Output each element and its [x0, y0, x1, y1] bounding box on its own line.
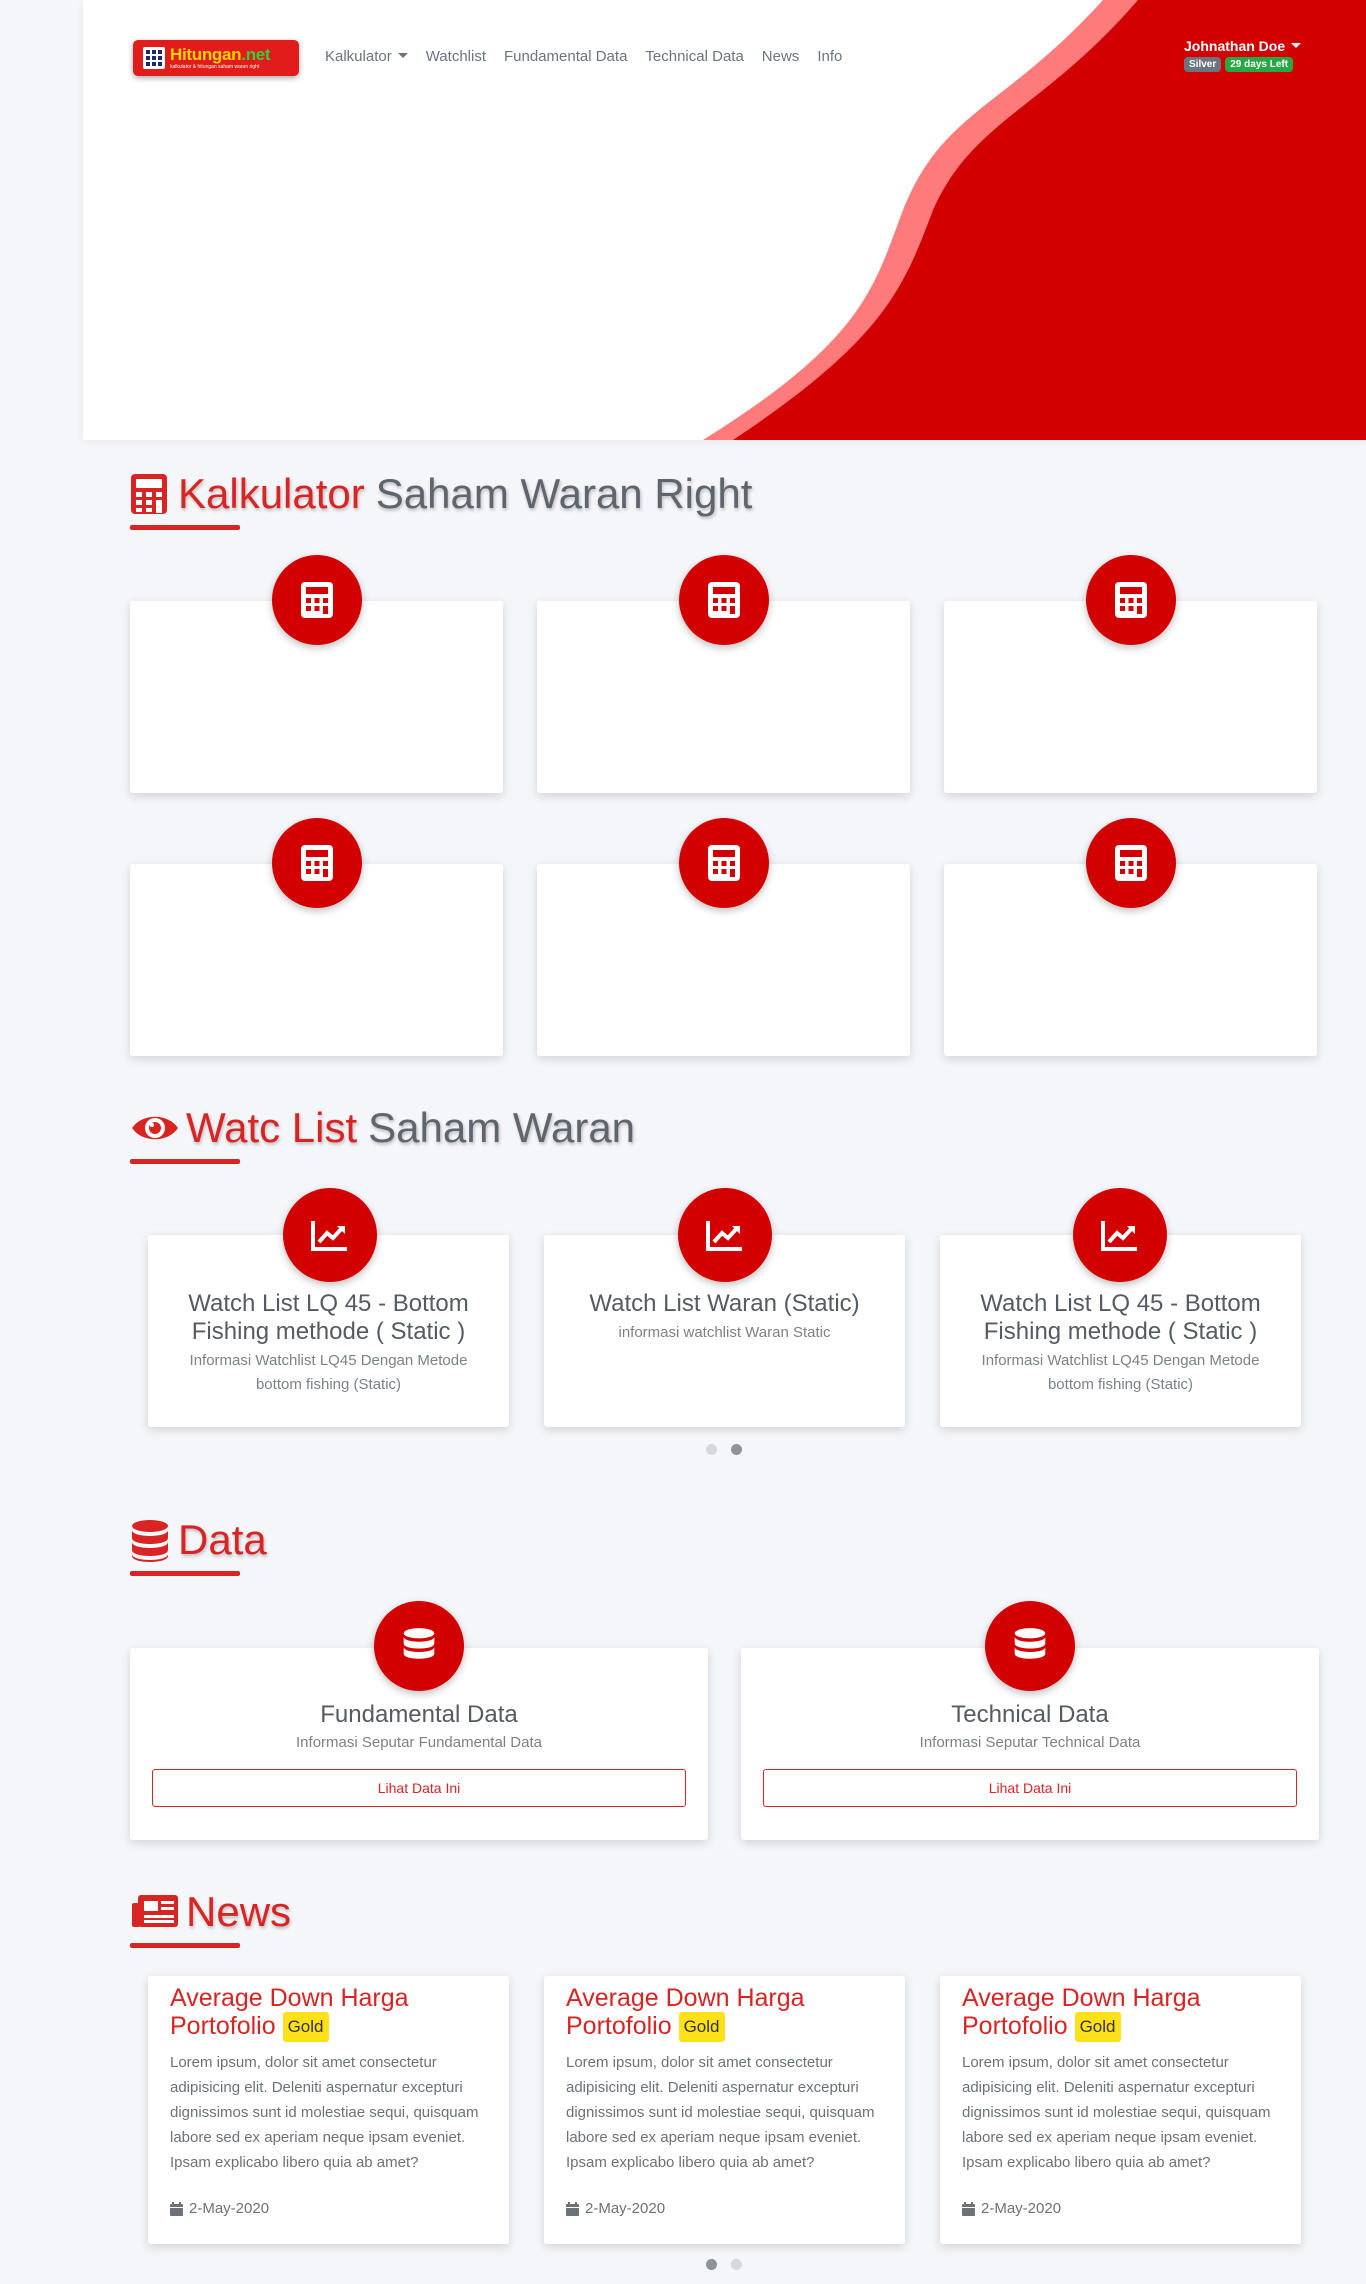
data-card-title: Technical Data — [951, 1701, 1109, 1728]
calculator-icon — [272, 818, 362, 908]
watchlist-card-title: Watch List LQ 45 - Bottom Fishing method… — [188, 1290, 469, 1345]
nav-item-technical-data[interactable]: Technical Data — [645, 48, 743, 65]
days-left-badge: 29 days Left — [1225, 57, 1294, 72]
database-icon — [374, 1601, 464, 1691]
section-underline — [130, 1943, 240, 1948]
section-title-red: Data — [178, 1516, 267, 1563]
calculator-icon — [1086, 818, 1176, 908]
news-card-title[interactable]: Average Down Harga Portofolio Gold — [170, 1984, 490, 2042]
news-card-title[interactable]: Average Down Harga Portofolio Gold — [566, 1984, 886, 2042]
lihat-data-button[interactable]: Lihat Data Ini — [152, 1769, 686, 1807]
lihat-data-button[interactable]: Lihat Data Ini — [763, 1769, 1297, 1807]
news-card-1[interactable]: Average Down Harga Portofolio Gold Lorem… — [148, 1976, 509, 2244]
carousel-dot-2[interactable] — [731, 2259, 742, 2270]
carousel-dot-1[interactable] — [706, 1444, 717, 1455]
data-card-title: Fundamental Data — [320, 1701, 518, 1728]
watchlist-section-title: Watc List Saham Waran — [130, 1104, 635, 1152]
section-title-gray: Saham Waran — [368, 1104, 636, 1151]
calculator-icon — [1086, 555, 1176, 645]
logo-grid-icon — [143, 47, 165, 69]
chart-line-icon — [1073, 1188, 1167, 1282]
news-card-body: Lorem ipsum, dolor sit amet consectetur … — [170, 2054, 479, 2171]
news-card-body: Lorem ipsum, dolor sit amet consectetur … — [566, 2054, 875, 2171]
data-section-title: Data — [130, 1516, 267, 1564]
brand-name: Hitungan.net — [170, 45, 271, 64]
watchlist-card-title: Watch List Waran (Static) — [589, 1290, 860, 1317]
section-title-gray: Saham Waran Right — [375, 470, 753, 517]
nav-item-info[interactable]: Info — [817, 48, 842, 65]
data-card-desc: Informasi Seputar Technical Data — [919, 1734, 1141, 1751]
gold-badge: Gold — [282, 2012, 329, 2042]
section-underline — [130, 1571, 240, 1576]
nav-item-fundamental-data[interactable]: Fundamental Data — [504, 48, 627, 65]
nav-item-kalkulator[interactable]: Kalkulator — [325, 48, 408, 65]
carousel-dot-2[interactable] — [731, 1444, 742, 1455]
watchlist-card-desc: Informasi Watchlist LQ45 Dengan Metode b… — [189, 1352, 468, 1393]
brand-logo[interactable]: Hitungan.net kalkulator & hitungan saham… — [133, 40, 299, 76]
chevron-down-icon — [1291, 43, 1302, 48]
news-card-date: 2-May-2020 — [962, 2200, 1061, 2217]
user-name[interactable]: Johnathan Doe — [1184, 38, 1304, 54]
chart-line-icon — [678, 1188, 772, 1282]
gold-badge: Gold — [1074, 2012, 1121, 2042]
nav-item-news[interactable]: News — [762, 48, 800, 65]
brand-tagline: kalkulator & hitungan saham waran right — [170, 64, 260, 70]
watchlist-card-desc: Informasi Watchlist LQ45 Dengan Metode b… — [981, 1352, 1260, 1393]
news-card-2[interactable]: Average Down Harga Portofolio Gold Lorem… — [544, 1976, 905, 2244]
nav-item-watchlist[interactable]: Watchlist — [426, 48, 486, 65]
news-section-title: News — [130, 1888, 291, 1936]
calculator-icon — [272, 555, 362, 645]
news-card-date: 2-May-2020 — [566, 2200, 665, 2217]
watchlist-card-title: Watch List LQ 45 - Bottom Fishing method… — [980, 1290, 1261, 1345]
user-menu[interactable]: Johnathan Doe Silver 29 days Left — [1184, 38, 1304, 72]
nav-links: Kalkulator Watchlist Fundamental Data Te… — [325, 48, 842, 65]
calendar-icon — [566, 2201, 579, 2216]
news-carousel-dots — [706, 2259, 742, 2270]
news-card-title[interactable]: Average Down Harga Portofolio Gold — [962, 1984, 1282, 2042]
chevron-down-icon — [397, 53, 408, 58]
chart-line-icon — [283, 1188, 377, 1282]
section-title-red: News — [186, 1888, 292, 1935]
watchlist-carousel-dots — [706, 1444, 742, 1455]
news-card-date: 2-May-2020 — [170, 2200, 269, 2217]
calculator-icon — [679, 818, 769, 908]
calendar-icon — [170, 2201, 183, 2216]
section-title-red: Kalkulator — [178, 470, 365, 517]
gold-badge: Gold — [678, 2012, 725, 2042]
news-card-3[interactable]: Average Down Harga Portofolio Gold Lorem… — [940, 1976, 1301, 2244]
section-underline — [130, 525, 240, 530]
newspaper-icon — [130, 1891, 180, 1933]
navbar: Hitungan.net kalkulator & hitungan saham… — [0, 0, 1366, 120]
section-underline — [130, 1159, 240, 1164]
database-icon — [130, 1519, 172, 1562]
data-card-desc: Informasi Seputar Fundamental Data — [296, 1734, 542, 1751]
calculator-icon — [679, 555, 769, 645]
section-title-red: Watc List — [186, 1104, 358, 1151]
eye-icon — [130, 1107, 180, 1149]
tier-badge: Silver — [1184, 57, 1222, 72]
kalkulator-section-title: Kalkulator Saham Waran Right — [130, 470, 752, 518]
calculator-icon — [130, 473, 172, 515]
carousel-dot-1[interactable] — [706, 2259, 717, 2270]
database-icon — [985, 1601, 1075, 1691]
watchlist-card-desc: informasi watchlist Waran Static — [618, 1324, 831, 1341]
calendar-icon — [962, 2201, 975, 2216]
news-card-body: Lorem ipsum, dolor sit amet consectetur … — [962, 2054, 1271, 2171]
